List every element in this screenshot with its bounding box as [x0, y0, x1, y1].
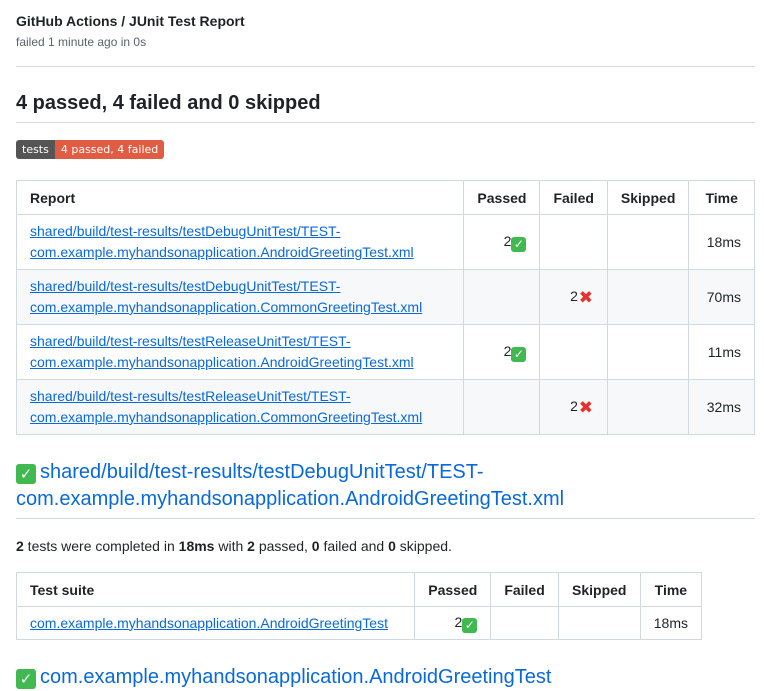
badge-value: 4 passed, 4 failed [54, 140, 165, 159]
report-link[interactable]: shared/build/test-results/testReleaseUni… [30, 388, 422, 425]
cross-mark-icon: ✖ [578, 288, 594, 308]
run-header: GitHub Actions / JUnit Test Report faile… [16, 13, 245, 49]
skipped-cell [606, 324, 690, 380]
passed-cell [463, 269, 541, 325]
divider [16, 122, 755, 123]
failed-cell [490, 606, 559, 640]
table-row: shared/build/test-results/testReleaseUni… [15, 324, 755, 380]
completion-summary: 2 tests were completed in 18ms with 2 pa… [16, 538, 452, 554]
table-row: shared/build/test-results/testReleaseUni… [15, 379, 755, 435]
failed-cell: 2✖ [539, 379, 608, 435]
check-mark-button-icon: ✓ [511, 236, 527, 252]
col-header-failed: Failed [539, 180, 608, 215]
report-header-row: Report Passed Failed Skipped Time [15, 180, 755, 215]
badge-label: tests [16, 140, 55, 159]
skipped-cell [606, 269, 690, 325]
cross-mark-icon: ✖ [578, 398, 594, 418]
section-heading-report[interactable]: ✓ shared/build/test-results/testDebugUnit… [16, 459, 564, 513]
col-header-failed: Failed [490, 572, 559, 607]
table-row: com.example.myhandsonapplication.Android… [15, 606, 703, 640]
divider [16, 518, 755, 519]
time-cell: 18ms [639, 606, 703, 640]
tests-badge: tests 4 passed, 4 failed [16, 140, 165, 159]
run-title: GitHub Actions / JUnit Test Report [16, 13, 245, 29]
col-header-skipped: Skipped [606, 180, 690, 215]
failed-cell: 2✖ [539, 269, 608, 325]
summary-heading: 4 passed, 4 failed and 0 skipped [16, 92, 321, 114]
passed-cell [463, 379, 541, 435]
check-mark-button-icon: ✓ [511, 346, 527, 362]
divider [16, 66, 755, 67]
suite-header-row: Test suite Passed Failed Skipped Time [15, 572, 703, 607]
col-header-time: Time [688, 180, 755, 215]
report-link[interactable]: shared/build/test-results/testDebugUnitT… [30, 223, 414, 260]
time-cell: 18ms [688, 214, 755, 270]
table-row: shared/build/test-results/testDebugUnitT… [15, 269, 755, 325]
check-mark-button-icon: ✓ [462, 617, 478, 633]
time-cell: 32ms [688, 379, 755, 435]
table-row: shared/build/test-results/testDebugUnitT… [15, 214, 755, 270]
passed-cell: 2 ✓ [463, 324, 541, 380]
report-link[interactable]: shared/build/test-results/testDebugUnitT… [30, 278, 422, 315]
suite-link[interactable]: com.example.myhandsonapplication.Android… [30, 615, 388, 631]
col-header-passed: Passed [463, 180, 541, 215]
col-header-skipped: Skipped [557, 572, 641, 607]
check-mark-button-icon: ✓ [16, 464, 36, 484]
skipped-cell [606, 214, 690, 270]
passed-cell: 2 ✓ [414, 606, 492, 640]
skipped-cell [606, 379, 690, 435]
col-header-report: Report [15, 180, 465, 215]
section-heading-suite[interactable]: ✓ com.example.myhandsonapplication.Androi… [16, 664, 551, 691]
failed-cell [539, 324, 608, 380]
time-cell: 11ms [688, 324, 755, 380]
check-mark-button-icon: ✓ [16, 669, 36, 689]
time-cell: 70ms [688, 269, 755, 325]
passed-cell: 2 ✓ [463, 214, 541, 270]
suite-table: Test suite Passed Failed Skipped Time co… [15, 572, 703, 640]
skipped-cell [557, 606, 641, 640]
col-header-test-suite: Test suite [15, 572, 416, 607]
report-link[interactable]: shared/build/test-results/testReleaseUni… [30, 333, 414, 370]
report-table: Report Passed Failed Skipped Time shared… [15, 180, 755, 435]
col-header-time: Time [639, 572, 703, 607]
run-status: failed 1 minute ago in 0s [16, 35, 147, 49]
col-header-passed: Passed [414, 572, 492, 607]
failed-cell [539, 214, 608, 270]
